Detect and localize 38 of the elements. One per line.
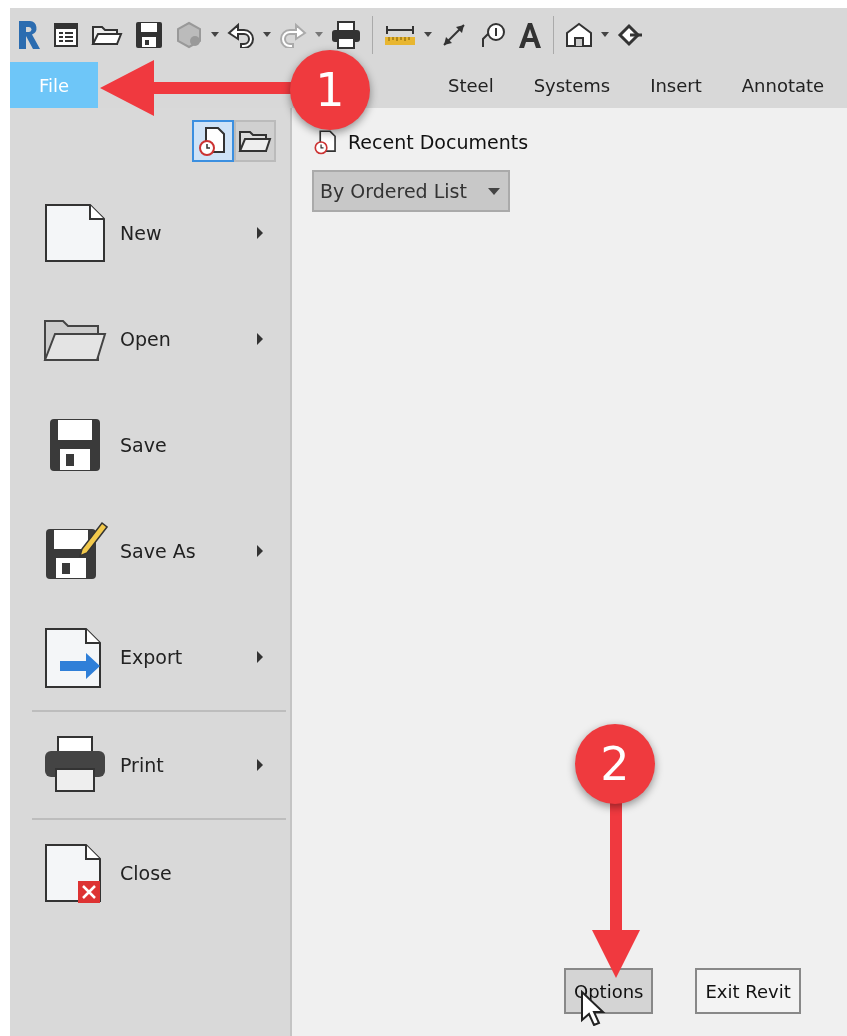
submenu-arrow-icon xyxy=(256,333,264,345)
sort-dropdown[interactable]: By Ordered List xyxy=(312,170,510,212)
caret-icon[interactable] xyxy=(600,32,610,38)
file-menu-item[interactable]: New xyxy=(10,180,290,286)
section-icon[interactable] xyxy=(616,21,642,49)
measure-icon[interactable] xyxy=(383,23,417,47)
exit-button[interactable]: Exit Revit xyxy=(695,968,801,1014)
submenu-arrow-icon xyxy=(256,651,264,663)
save-icon[interactable] xyxy=(134,20,164,50)
file-menu-item[interactable]: Close xyxy=(32,818,286,926)
caret-icon[interactable] xyxy=(314,32,324,38)
submenu-arrow-icon xyxy=(256,227,264,239)
caret-icon xyxy=(488,187,500,195)
text-tool-icon[interactable] xyxy=(517,21,543,49)
submenu-arrow-icon xyxy=(256,545,264,557)
house-icon[interactable] xyxy=(564,20,594,50)
caret-icon[interactable] xyxy=(262,32,272,38)
undo-icon[interactable] xyxy=(226,22,256,48)
file-menu-item[interactable]: Print xyxy=(32,710,286,818)
file-menu-item[interactable]: Export xyxy=(10,604,290,710)
file-menu-item[interactable]: Save As xyxy=(10,498,290,604)
app-logo-icon[interactable] xyxy=(16,18,42,52)
file-menu-item[interactable]: Open xyxy=(10,286,290,392)
properties-icon[interactable] xyxy=(52,21,80,49)
ribbon-tab[interactable]: Steel xyxy=(428,62,514,108)
recent-documents-toggle[interactable] xyxy=(192,120,234,162)
ribbon-tab[interactable]: Annotate xyxy=(721,62,845,108)
file-menu-item[interactable]: Save xyxy=(10,392,290,498)
printer-icon[interactable] xyxy=(330,20,362,50)
ribbon-tab[interactable]: Insert xyxy=(630,62,722,108)
recent-documents-title: Recent Documents xyxy=(348,131,529,153)
caret-icon[interactable] xyxy=(210,32,220,38)
submenu-arrow-icon xyxy=(256,759,264,771)
ribbon-tab[interactable]: Systems xyxy=(513,62,631,108)
caret-icon[interactable] xyxy=(423,32,433,38)
new-icon xyxy=(42,201,108,265)
open-documents-toggle[interactable] xyxy=(234,120,276,162)
tag-icon[interactable] xyxy=(479,21,507,49)
